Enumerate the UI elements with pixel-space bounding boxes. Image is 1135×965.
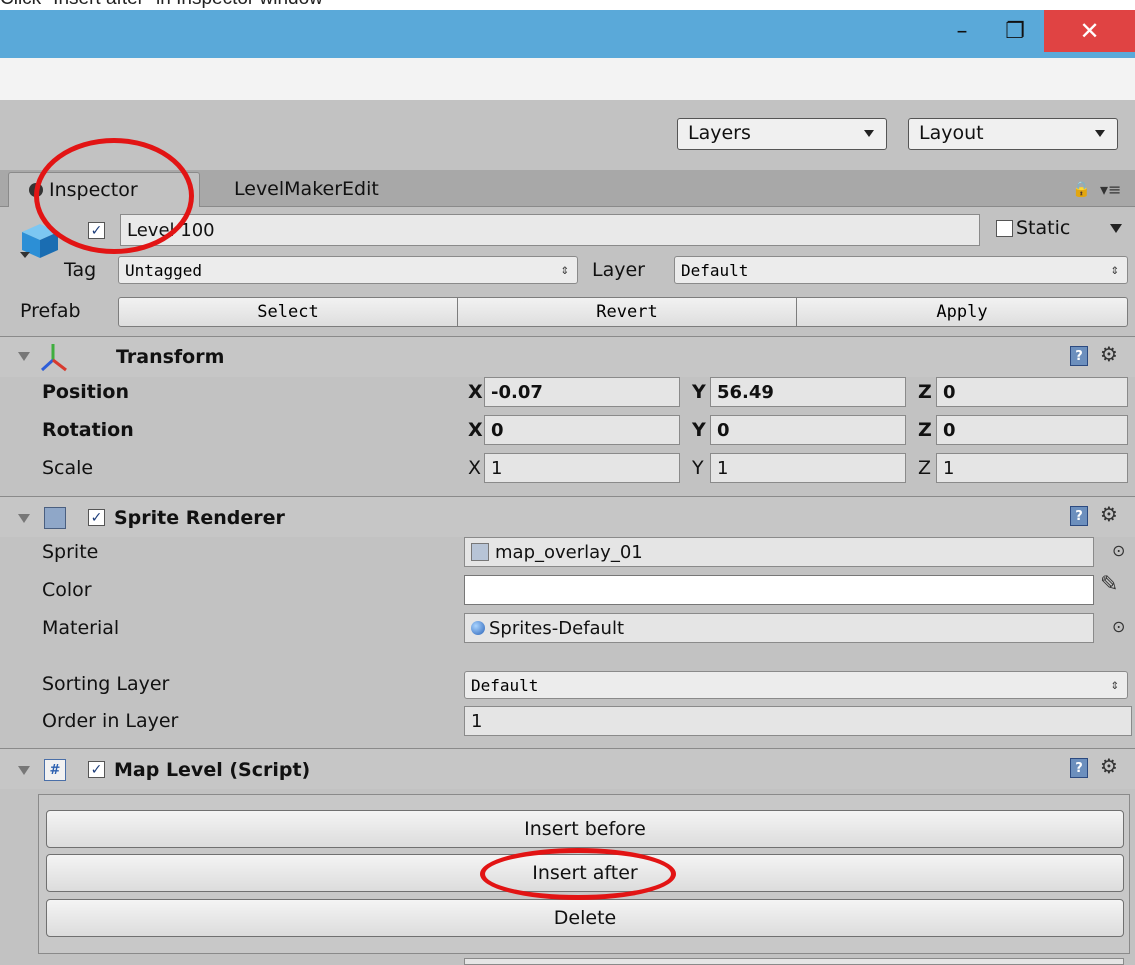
static-checkbox[interactable] bbox=[996, 220, 1013, 237]
gear-icon[interactable]: ⚙ bbox=[1100, 754, 1118, 778]
scale-z-label[interactable]: Z bbox=[918, 457, 931, 479]
layer-value: Default bbox=[681, 260, 749, 280]
position-y-label[interactable]: Y bbox=[692, 381, 706, 403]
layers-dropdown[interactable]: Layers bbox=[677, 118, 887, 150]
close-icon: ✕ bbox=[1079, 17, 1100, 45]
position-label: Position bbox=[42, 381, 129, 403]
map-level-title: Map Level (Script) bbox=[114, 759, 311, 781]
next-field-partial bbox=[464, 958, 1124, 965]
position-y-field[interactable]: 56.49 bbox=[710, 377, 906, 407]
scale-label: Scale bbox=[42, 457, 94, 479]
layers-dropdown-label: Layers bbox=[688, 122, 751, 144]
map-level-enabled-checkbox[interactable]: ✓ bbox=[88, 761, 105, 778]
prefab-apply-button[interactable]: Apply bbox=[796, 297, 1128, 327]
position-x-label[interactable]: X bbox=[468, 381, 483, 403]
order-in-layer-field[interactable]: 1 bbox=[464, 706, 1132, 736]
updown-icon: ⇕ bbox=[560, 262, 569, 278]
sorting-layer-dropdown[interactable]: Default ⇕ bbox=[464, 671, 1128, 699]
eyedropper-icon[interactable]: ✎ bbox=[1100, 572, 1118, 597]
tab-levelmakeredit-label: LevelMakerEdit bbox=[234, 178, 379, 200]
object-picker-icon[interactable]: ⊙ bbox=[1112, 541, 1125, 560]
material-label: Material bbox=[42, 617, 120, 639]
rotation-x-label[interactable]: X bbox=[468, 419, 483, 441]
sprite-label: Sprite bbox=[42, 541, 99, 563]
instruction-caption: Click "Insert after" in Inspector window bbox=[0, 0, 323, 10]
transform-axes-icon bbox=[36, 340, 76, 374]
help-icon[interactable]: ? bbox=[1070, 346, 1088, 366]
delete-button[interactable]: Delete bbox=[46, 899, 1124, 937]
color-label: Color bbox=[42, 579, 92, 601]
gear-icon[interactable]: ⚙ bbox=[1100, 342, 1118, 366]
prefab-select-button[interactable]: Select bbox=[118, 297, 458, 327]
sorting-layer-label: Sorting Layer bbox=[42, 673, 170, 695]
material-sphere-icon bbox=[471, 621, 485, 635]
color-swatch-field[interactable] bbox=[464, 575, 1094, 605]
chevron-down-icon bbox=[864, 130, 874, 137]
tag-label: Tag bbox=[64, 259, 97, 281]
sprite-renderer-foldout-icon[interactable] bbox=[18, 514, 30, 523]
minimize-button[interactable]: – bbox=[938, 10, 986, 52]
help-icon[interactable]: ? bbox=[1070, 506, 1088, 526]
tab-menu-icon[interactable]: ▾≡ bbox=[1100, 180, 1121, 199]
scale-y-field[interactable]: 1 bbox=[710, 453, 906, 483]
sprite-renderer-title: Sprite Renderer bbox=[114, 507, 285, 529]
transform-title: Transform bbox=[116, 346, 225, 368]
static-label: Static bbox=[1016, 217, 1071, 239]
annotation-circle-insert-after bbox=[480, 848, 676, 900]
script-icon: # bbox=[44, 759, 66, 781]
annotation-circle-inspector bbox=[34, 138, 194, 254]
scale-x-field[interactable]: 1 bbox=[484, 453, 680, 483]
insert-before-button[interactable]: Insert before bbox=[46, 810, 1124, 848]
rotation-z-label[interactable]: Z bbox=[918, 419, 932, 441]
prefab-revert-button[interactable]: Revert bbox=[457, 297, 797, 327]
chevron-down-icon bbox=[1095, 130, 1105, 137]
rotation-y-field[interactable]: 0 bbox=[710, 415, 906, 445]
rotation-label: Rotation bbox=[42, 419, 134, 441]
order-in-layer-label: Order in Layer bbox=[42, 710, 179, 732]
gameobject-name-field[interactable]: Level 100 bbox=[120, 214, 980, 246]
scale-x-label[interactable]: X bbox=[468, 457, 481, 479]
layout-dropdown[interactable]: Layout bbox=[908, 118, 1118, 150]
tag-value: Untagged bbox=[125, 260, 203, 280]
transform-foldout-icon[interactable] bbox=[18, 352, 30, 361]
tag-dropdown[interactable]: Untagged ⇕ bbox=[118, 256, 578, 284]
sprite-field[interactable]: map_overlay_01 bbox=[464, 537, 1094, 567]
position-x-field[interactable]: -0.07 bbox=[484, 377, 680, 407]
rotation-z-field[interactable]: 0 bbox=[936, 415, 1128, 445]
position-z-field[interactable]: 0 bbox=[936, 377, 1128, 407]
lock-icon[interactable]: 🔒 bbox=[1072, 180, 1091, 198]
tab-levelmakeredit[interactable]: LevelMakerEdit bbox=[234, 172, 444, 206]
restore-icon: ❐ bbox=[1005, 18, 1025, 44]
help-icon[interactable]: ? bbox=[1070, 758, 1088, 778]
updown-icon: ⇕ bbox=[1110, 677, 1119, 693]
material-field[interactable]: Sprites-Default bbox=[464, 613, 1094, 643]
layout-dropdown-label: Layout bbox=[919, 122, 984, 144]
layer-dropdown[interactable]: Default ⇕ bbox=[674, 256, 1128, 284]
sprite-value: map_overlay_01 bbox=[495, 541, 643, 563]
sprite-renderer-icon bbox=[44, 507, 66, 529]
static-dropdown-icon[interactable] bbox=[1110, 224, 1122, 233]
map-level-foldout-icon[interactable] bbox=[18, 766, 30, 775]
sprite-asset-icon bbox=[471, 543, 489, 561]
prefab-label: Prefab bbox=[20, 300, 81, 322]
position-z-label[interactable]: Z bbox=[918, 381, 932, 403]
scale-z-field[interactable]: 1 bbox=[936, 453, 1128, 483]
minimize-icon: – bbox=[956, 18, 968, 44]
layer-label: Layer bbox=[592, 259, 645, 281]
gear-icon[interactable]: ⚙ bbox=[1100, 502, 1118, 526]
window-menu-band bbox=[0, 58, 1135, 100]
rotation-y-label[interactable]: Y bbox=[692, 419, 706, 441]
scale-y-label[interactable]: Y bbox=[692, 457, 704, 479]
material-value: Sprites-Default bbox=[489, 617, 625, 639]
rotation-x-field[interactable]: 0 bbox=[484, 415, 680, 445]
updown-icon: ⇕ bbox=[1110, 262, 1119, 278]
object-picker-icon[interactable]: ⊙ bbox=[1112, 617, 1125, 636]
restore-button[interactable]: ❐ bbox=[990, 10, 1040, 52]
sorting-layer-value: Default bbox=[471, 675, 539, 695]
sprite-renderer-enabled-checkbox[interactable]: ✓ bbox=[88, 509, 105, 526]
close-button[interactable]: ✕ bbox=[1044, 10, 1135, 52]
